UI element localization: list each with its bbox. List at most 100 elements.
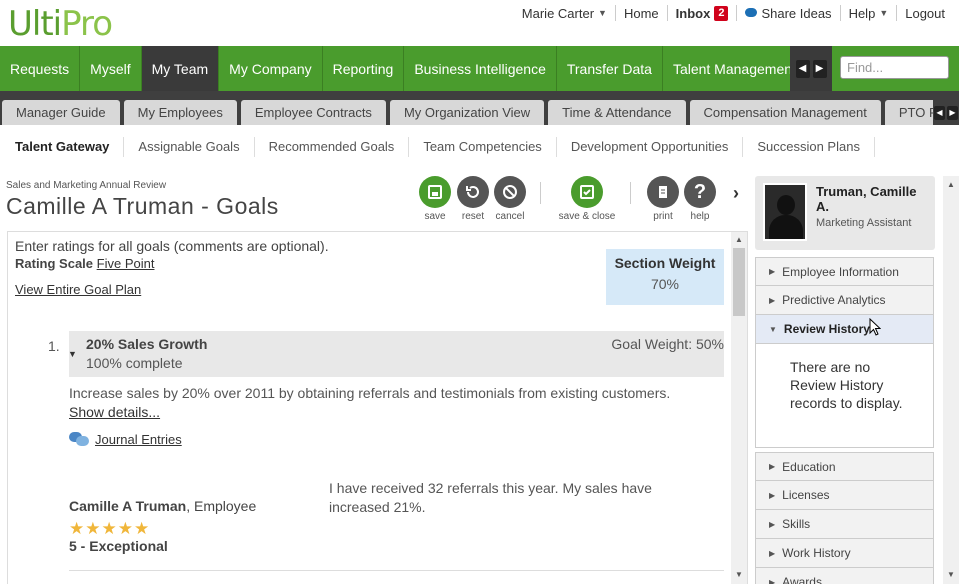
accordion-review-history[interactable]: ▼ Review History [755,315,934,344]
panel-scrollbar[interactable]: ▲ ▼ [943,176,959,584]
chevron-down-icon: ▼ [879,8,889,18]
scroll-up-icon[interactable]: ▲ [735,235,743,244]
tab-development-opportunities[interactable]: Development Opportunities [555,137,743,157]
tab-succession-plans[interactable]: Succession Plans [742,137,875,157]
subtab-time-attendance[interactable]: Time & Attendance [548,100,686,125]
help-label: help [690,211,710,222]
save-label: save [424,211,446,222]
ultipro-logo[interactable]: UltiPro [8,4,113,44]
goal-number: 1. [48,338,60,354]
accordion-skills[interactable]: ▶ Skills [755,510,934,539]
help-button[interactable]: ? help [680,176,720,222]
cancel-label: cancel [495,211,525,222]
home-link[interactable]: Home [614,5,667,21]
reset-label: reset [461,211,485,222]
employee-comment: I have received 32 referrals this year. … [329,480,652,515]
rating-label: 5 - Exceptional [69,538,168,554]
cancel-button[interactable]: cancel [490,176,530,222]
reset-button[interactable]: reset [453,176,493,222]
scrollbar-thumb[interactable] [733,248,745,316]
show-details-link[interactable]: Show details... [69,404,160,420]
chevron-right-icon[interactable]: ▶ [812,59,827,78]
chevron-right-icon: ▶ [769,519,776,529]
tab-reporting[interactable]: Reporting [323,46,405,91]
find-input[interactable] [840,56,949,79]
subtab-my-organization-view[interactable]: My Organization View [389,100,545,125]
tab-team-competencies[interactable]: Team Competencies [408,137,556,157]
star-icon[interactable]: ★ [69,520,84,537]
view-goal-plan-link[interactable]: View Entire Goal Plan [15,282,141,297]
accordion-work-history[interactable]: ▶ Work History [755,539,934,568]
inbox-label: Inbox [675,5,711,21]
accordion-predictive-analytics[interactable]: ▶ Predictive Analytics [755,286,934,315]
logout-label: Logout [905,5,945,21]
chat-bubbles-icon [69,431,89,447]
speech-bubble-icon [745,7,758,17]
accordion-education[interactable]: ▶ Education [755,452,934,481]
share-ideas-label: Share Ideas [761,5,832,21]
scroll-up-icon[interactable]: ▲ [947,180,955,189]
sub-nav-tabs: Manager Guide My Employees Employee Cont… [0,100,959,125]
chevron-down-icon: ▼ [598,8,607,18]
rating-scale: Rating Scale Five Point [15,256,154,271]
inbox-link[interactable]: Inbox 2 [666,5,737,21]
tab-myself[interactable]: Myself [80,46,142,91]
star-icon[interactable]: ★ [102,520,117,537]
rating-scale-link[interactable]: Five Point [97,256,155,271]
share-ideas-link[interactable]: Share Ideas [736,5,839,21]
chevron-left-icon[interactable]: ◀ [795,59,810,78]
star-icon[interactable]: ★ [118,520,133,537]
save-button[interactable]: save [415,176,455,222]
content-scrollbar[interactable]: ▲ ▼ [731,232,747,584]
rating-scale-label: Rating Scale [15,256,94,271]
goal-header[interactable]: ▼ 20% Sales Growth 100% complete Goal We… [68,331,724,377]
employee-name[interactable]: Truman, Camille A. [816,184,931,214]
chevron-right-icon: ▶ [769,267,776,276]
breadcrumb: Sales and Marketing Annual Review [6,180,167,191]
save-and-close-button[interactable]: save & close [559,176,615,222]
star-rating[interactable]: ★ ★ ★ ★ ★ [69,520,149,537]
chevron-left-icon[interactable]: ◀ [934,105,945,120]
toolbar-divider [540,182,541,204]
mouse-cursor-icon [869,318,881,336]
user-menu[interactable]: Marie Carter ▼ [514,5,615,21]
chevron-right-icon[interactable]: › [733,183,739,204]
tab-recommended-goals[interactable]: Recommended Goals [253,137,409,157]
chevron-right-icon: ▶ [769,548,776,558]
tab-my-team[interactable]: My Team [141,46,220,91]
accordion-label: Review History [783,322,870,336]
journal-entries-link[interactable]: Journal Entries [69,431,182,447]
accordion-label: Employee Information [782,264,899,279]
star-icon[interactable]: ★ [85,520,100,537]
caret-down-icon[interactable]: ▼ [68,349,77,359]
subtab-manager-guide[interactable]: Manager Guide [2,100,120,125]
review-history-empty-message: There are no Review History records to d… [755,344,934,448]
tab-business-intelligence[interactable]: Business Intelligence [404,46,557,91]
subtab-employee-contracts[interactable]: Employee Contracts [240,100,386,125]
tab-assignable-goals[interactable]: Assignable Goals [123,137,253,157]
logo-text-pro: Pro [61,4,113,44]
tab-talent-management[interactable]: Talent Management [663,46,807,91]
tab-transfer-data[interactable]: Transfer Data [557,46,663,91]
star-icon[interactable]: ★ [134,520,149,537]
scroll-down-icon[interactable]: ▼ [947,570,955,579]
help-menu[interactable]: Help ▼ [839,5,897,21]
tab-talent-gateway[interactable]: Talent Gateway [4,137,123,157]
accordion-label: Education [782,459,836,474]
logout-link[interactable]: Logout [896,5,953,21]
scroll-down-icon[interactable]: ▼ [735,570,743,579]
chevron-right-icon[interactable]: ▶ [947,105,958,120]
accordion-awards[interactable]: ▶ Awards [755,568,934,584]
accordion-employee-information[interactable]: ▶ Employee Information [755,257,934,286]
employee-info-accordion: ▶ Employee Information ▶ Predictive Analyt… [755,257,934,584]
tab-my-company[interactable]: My Company [219,46,323,91]
subtab-compensation-management[interactable]: Compensation Management [689,100,881,125]
main-nav-scroll: ◀ ▶ [790,46,832,91]
employee-title: Marketing Assistant [816,217,912,229]
accordion-licenses[interactable]: ▶ Licenses [755,481,934,510]
reset-icon [457,176,489,208]
print-button[interactable]: print [643,176,683,222]
subtab-my-employees[interactable]: My Employees [123,100,237,125]
chevron-right-icon: ▶ [769,577,776,584]
tab-requests[interactable]: Requests [0,46,81,91]
